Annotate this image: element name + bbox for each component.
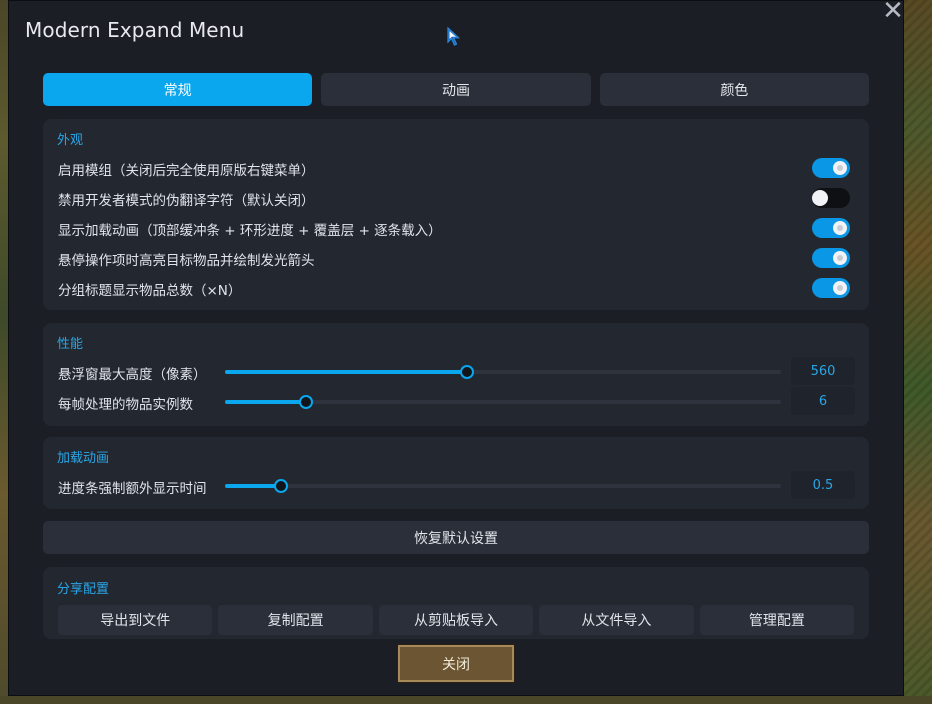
- toggle-knob: [833, 251, 847, 265]
- import-from-file-button[interactable]: 从文件导入: [539, 605, 694, 635]
- tab-bar: 常规 动画 颜色: [43, 73, 869, 106]
- toggle-knob: [833, 221, 847, 235]
- close-icon[interactable]: ✕: [879, 0, 907, 24]
- max-height-value[interactable]: 560: [791, 357, 855, 385]
- close-button[interactable]: 关闭: [398, 645, 514, 682]
- option-label-hover-highlight: 悬停操作项时高亮目标物品并绘制发光箭头: [58, 253, 315, 269]
- window-title: Modern Expand Menu: [25, 18, 245, 42]
- import-from-clipboard-button[interactable]: 从剪贴板导入: [378, 605, 534, 635]
- toggle-group-count[interactable]: [812, 278, 850, 298]
- section-title-performance: 性能: [57, 337, 84, 352]
- tab-general[interactable]: 常规: [43, 73, 313, 106]
- tab-colors[interactable]: 颜色: [599, 73, 869, 106]
- slider-fill: [225, 484, 281, 488]
- toggle-enable-mod[interactable]: [812, 158, 850, 178]
- background-left-strip: [0, 0, 8, 704]
- background-bottom-strip: [0, 696, 932, 704]
- section-title-loading-animation: 加载动画: [57, 451, 110, 466]
- toggle-knob: [812, 190, 828, 206]
- share-button-row: 导出到文件 复制配置 从剪贴板导入 从文件导入 管理配置: [58, 605, 855, 635]
- progress-extra-time-value[interactable]: 0.5: [791, 471, 855, 499]
- option-label-group-count: 分组标题显示物品总数（×N）: [58, 283, 242, 299]
- toggle-hover-highlight[interactable]: [812, 248, 850, 268]
- toggle-knob: [833, 161, 847, 175]
- background-game-map: [904, 0, 932, 704]
- slider-label-items-per-frame: 每帧处理的物品实例数: [58, 397, 193, 413]
- toggle-show-loading-animation[interactable]: [812, 218, 850, 238]
- slider-progress-extra-time[interactable]: [225, 479, 781, 493]
- slider-label-max-height: 悬浮窗最大高度（像素）: [58, 367, 207, 383]
- manage-config-button[interactable]: 管理配置: [699, 605, 855, 635]
- slider-thumb[interactable]: [273, 479, 288, 493]
- tab-animation[interactable]: 动画: [321, 73, 591, 106]
- section-title-appearance: 外观: [57, 133, 84, 148]
- export-to-file-button[interactable]: 导出到文件: [58, 605, 213, 635]
- pointer-cursor-icon: [447, 26, 461, 46]
- slider-fill: [225, 370, 467, 374]
- copy-config-button[interactable]: 复制配置: [218, 605, 373, 635]
- slider-fill: [225, 400, 306, 404]
- share-config-section: 分享配置 导出到文件 复制配置 从剪贴板导入 从文件导入 管理配置: [43, 567, 869, 639]
- slider-label-progress-extra-time: 进度条强制额外显示时间: [58, 481, 207, 497]
- slider-max-height[interactable]: [225, 365, 781, 379]
- slider-thumb[interactable]: [459, 365, 474, 379]
- reset-defaults-button[interactable]: 恢复默认设置: [43, 521, 869, 554]
- items-per-frame-value[interactable]: 6: [791, 387, 855, 415]
- option-label-disable-pseudo-translation: 禁用开发者模式的伪翻译字符（默认关闭）: [58, 193, 315, 209]
- settings-window: Modern Expand Menu ✕ 常规 动画 颜色 外观 启用模组（关闭…: [8, 0, 904, 696]
- slider-items-per-frame[interactable]: [225, 395, 781, 409]
- option-label-show-loading-animation: 显示加载动画（顶部缓冲条 + 环形进度 + 覆盖层 + 逐条载入）: [58, 223, 442, 239]
- performance-section: 性能 悬浮窗最大高度（像素） 560 每帧处理的物品实例数 6: [43, 323, 869, 426]
- slider-thumb[interactable]: [298, 395, 313, 409]
- toggle-knob: [833, 281, 847, 295]
- section-title-share-config: 分享配置: [57, 582, 110, 597]
- loading-animation-section: 加载动画 进度条强制额外显示时间 0.5: [43, 437, 869, 509]
- toggle-disable-pseudo-translation[interactable]: [812, 188, 850, 208]
- option-label-enable-mod: 启用模组（关闭后完全使用原版右键菜单）: [58, 163, 315, 179]
- appearance-section: 外观 启用模组（关闭后完全使用原版右键菜单） 禁用开发者模式的伪翻译字符（默认关…: [43, 119, 869, 310]
